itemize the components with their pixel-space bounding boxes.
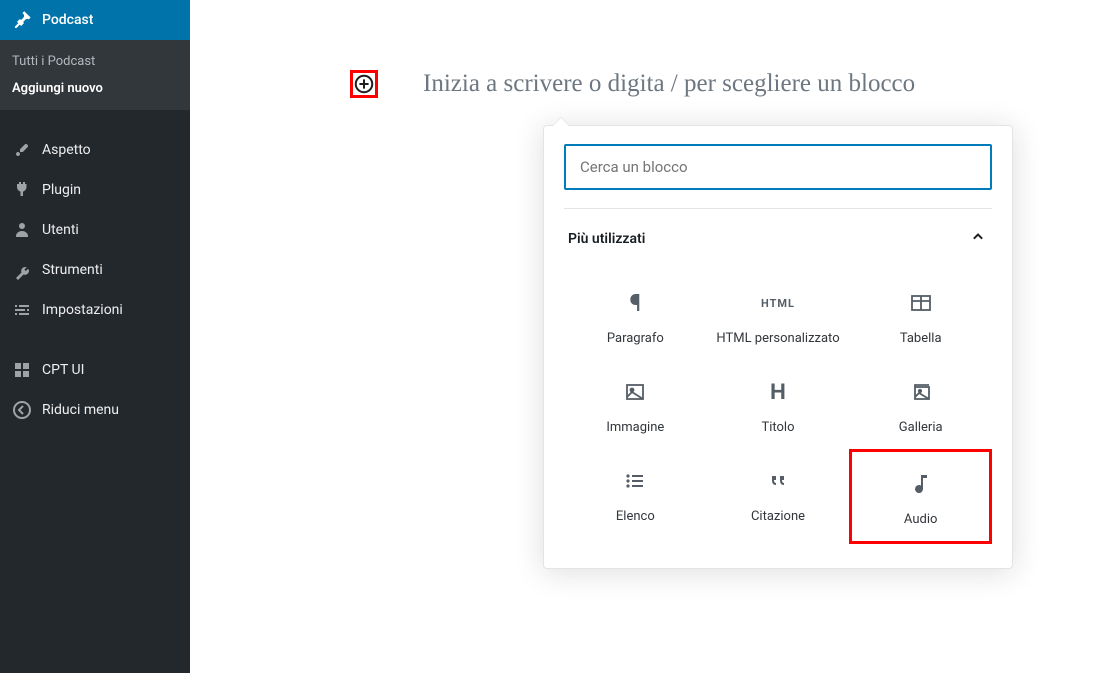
sidebar-item-label: Riduci menu: [42, 402, 119, 418]
sidebar-item-label: CPT UI: [42, 362, 84, 378]
submenu-all-podcast[interactable]: Tutti i Podcast: [0, 48, 190, 75]
list-icon: [621, 467, 649, 495]
sidebar-submenu: Tutti i Podcast Aggiungi nuovo: [0, 40, 190, 110]
sidebar-item-label: Strumenti: [42, 262, 103, 278]
table-icon: [907, 289, 935, 317]
block-gallery[interactable]: Galleria: [849, 360, 992, 449]
sliders-icon: [12, 300, 32, 320]
sidebar-item-settings[interactable]: Impostazioni: [0, 290, 190, 330]
block-label: Galleria: [899, 420, 943, 437]
sidebar-item-appearance[interactable]: Aspetto: [0, 130, 190, 170]
sidebar-separator: [0, 330, 190, 350]
sidebar-item-label: Utenti: [42, 222, 79, 238]
chevron-left-circle-icon: [12, 400, 32, 420]
block-label: Audio: [904, 512, 937, 529]
editor-canvas: Inizia a scrivere o digita / per sceglie…: [190, 0, 1100, 673]
default-block-appender: Inizia a scrivere o digita / per sceglie…: [350, 70, 1060, 98]
block-html[interactable]: HTML HTML personalizzato: [707, 271, 850, 360]
block-label: Elenco: [616, 509, 655, 526]
block-label: Paragrafo: [607, 331, 664, 348]
sidebar-item-collapse[interactable]: Riduci menu: [0, 390, 190, 430]
block-search-input[interactable]: [564, 144, 992, 190]
inserter-section-header[interactable]: Più utilizzati: [564, 209, 992, 261]
sidebar-item-plugins[interactable]: Plugin: [0, 170, 190, 210]
sidebar-item-podcast[interactable]: Podcast: [0, 0, 190, 40]
block-label: Titolo: [761, 420, 794, 437]
block-label: HTML personalizzato: [716, 331, 839, 348]
inserter-section-title: Più utilizzati: [568, 231, 645, 247]
heading-icon: H: [764, 378, 792, 406]
block-grid: ¶ Paragrafo HTML HTML personalizzato Tab…: [564, 271, 992, 544]
sidebar-item-users[interactable]: Utenti: [0, 210, 190, 250]
chevron-up-icon: [968, 227, 988, 251]
grid-icon: [12, 360, 32, 380]
pin-icon: [12, 10, 32, 30]
sidebar-item-tools[interactable]: Strumenti: [0, 250, 190, 290]
quote-icon: [764, 467, 792, 495]
block-label: Citazione: [751, 509, 805, 526]
sidebar-separator: [0, 110, 190, 130]
block-label: Tabella: [900, 331, 942, 348]
plug-icon: [12, 180, 32, 200]
block-label: Immagine: [606, 420, 664, 437]
plus-circle-icon: [353, 73, 375, 95]
html-icon: HTML: [764, 289, 792, 317]
block-inserter-popover: Più utilizzati ¶ Paragrafo HTML HTML per…: [543, 125, 1013, 569]
user-icon: [12, 220, 32, 240]
block-audio[interactable]: Audio: [849, 449, 992, 544]
block-list[interactable]: Elenco: [564, 449, 707, 544]
paragraph-icon: ¶: [621, 289, 649, 317]
sidebar-item-label: Impostazioni: [42, 302, 123, 318]
admin-sidebar: Podcast Tutti i Podcast Aggiungi nuovo A…: [0, 0, 190, 673]
image-icon: [621, 378, 649, 406]
submenu-add-new[interactable]: Aggiungi nuovo: [0, 75, 190, 102]
block-heading[interactable]: H Titolo: [707, 360, 850, 449]
block-quote[interactable]: Citazione: [707, 449, 850, 544]
block-inserter-button[interactable]: [350, 70, 378, 98]
block-prompt-text[interactable]: Inizia a scrivere o digita / per sceglie…: [423, 70, 915, 98]
wrench-icon: [12, 260, 32, 280]
sidebar-item-label: Aspetto: [42, 142, 91, 158]
sidebar-item-label: Plugin: [42, 182, 81, 198]
block-paragraph[interactable]: ¶ Paragrafo: [564, 271, 707, 360]
block-table[interactable]: Tabella: [849, 271, 992, 360]
sidebar-item-label: Podcast: [42, 12, 93, 28]
audio-icon: [907, 470, 935, 498]
brush-icon: [12, 140, 32, 160]
block-image[interactable]: Immagine: [564, 360, 707, 449]
gallery-icon: [907, 378, 935, 406]
sidebar-item-cpt-ui[interactable]: CPT UI: [0, 350, 190, 390]
